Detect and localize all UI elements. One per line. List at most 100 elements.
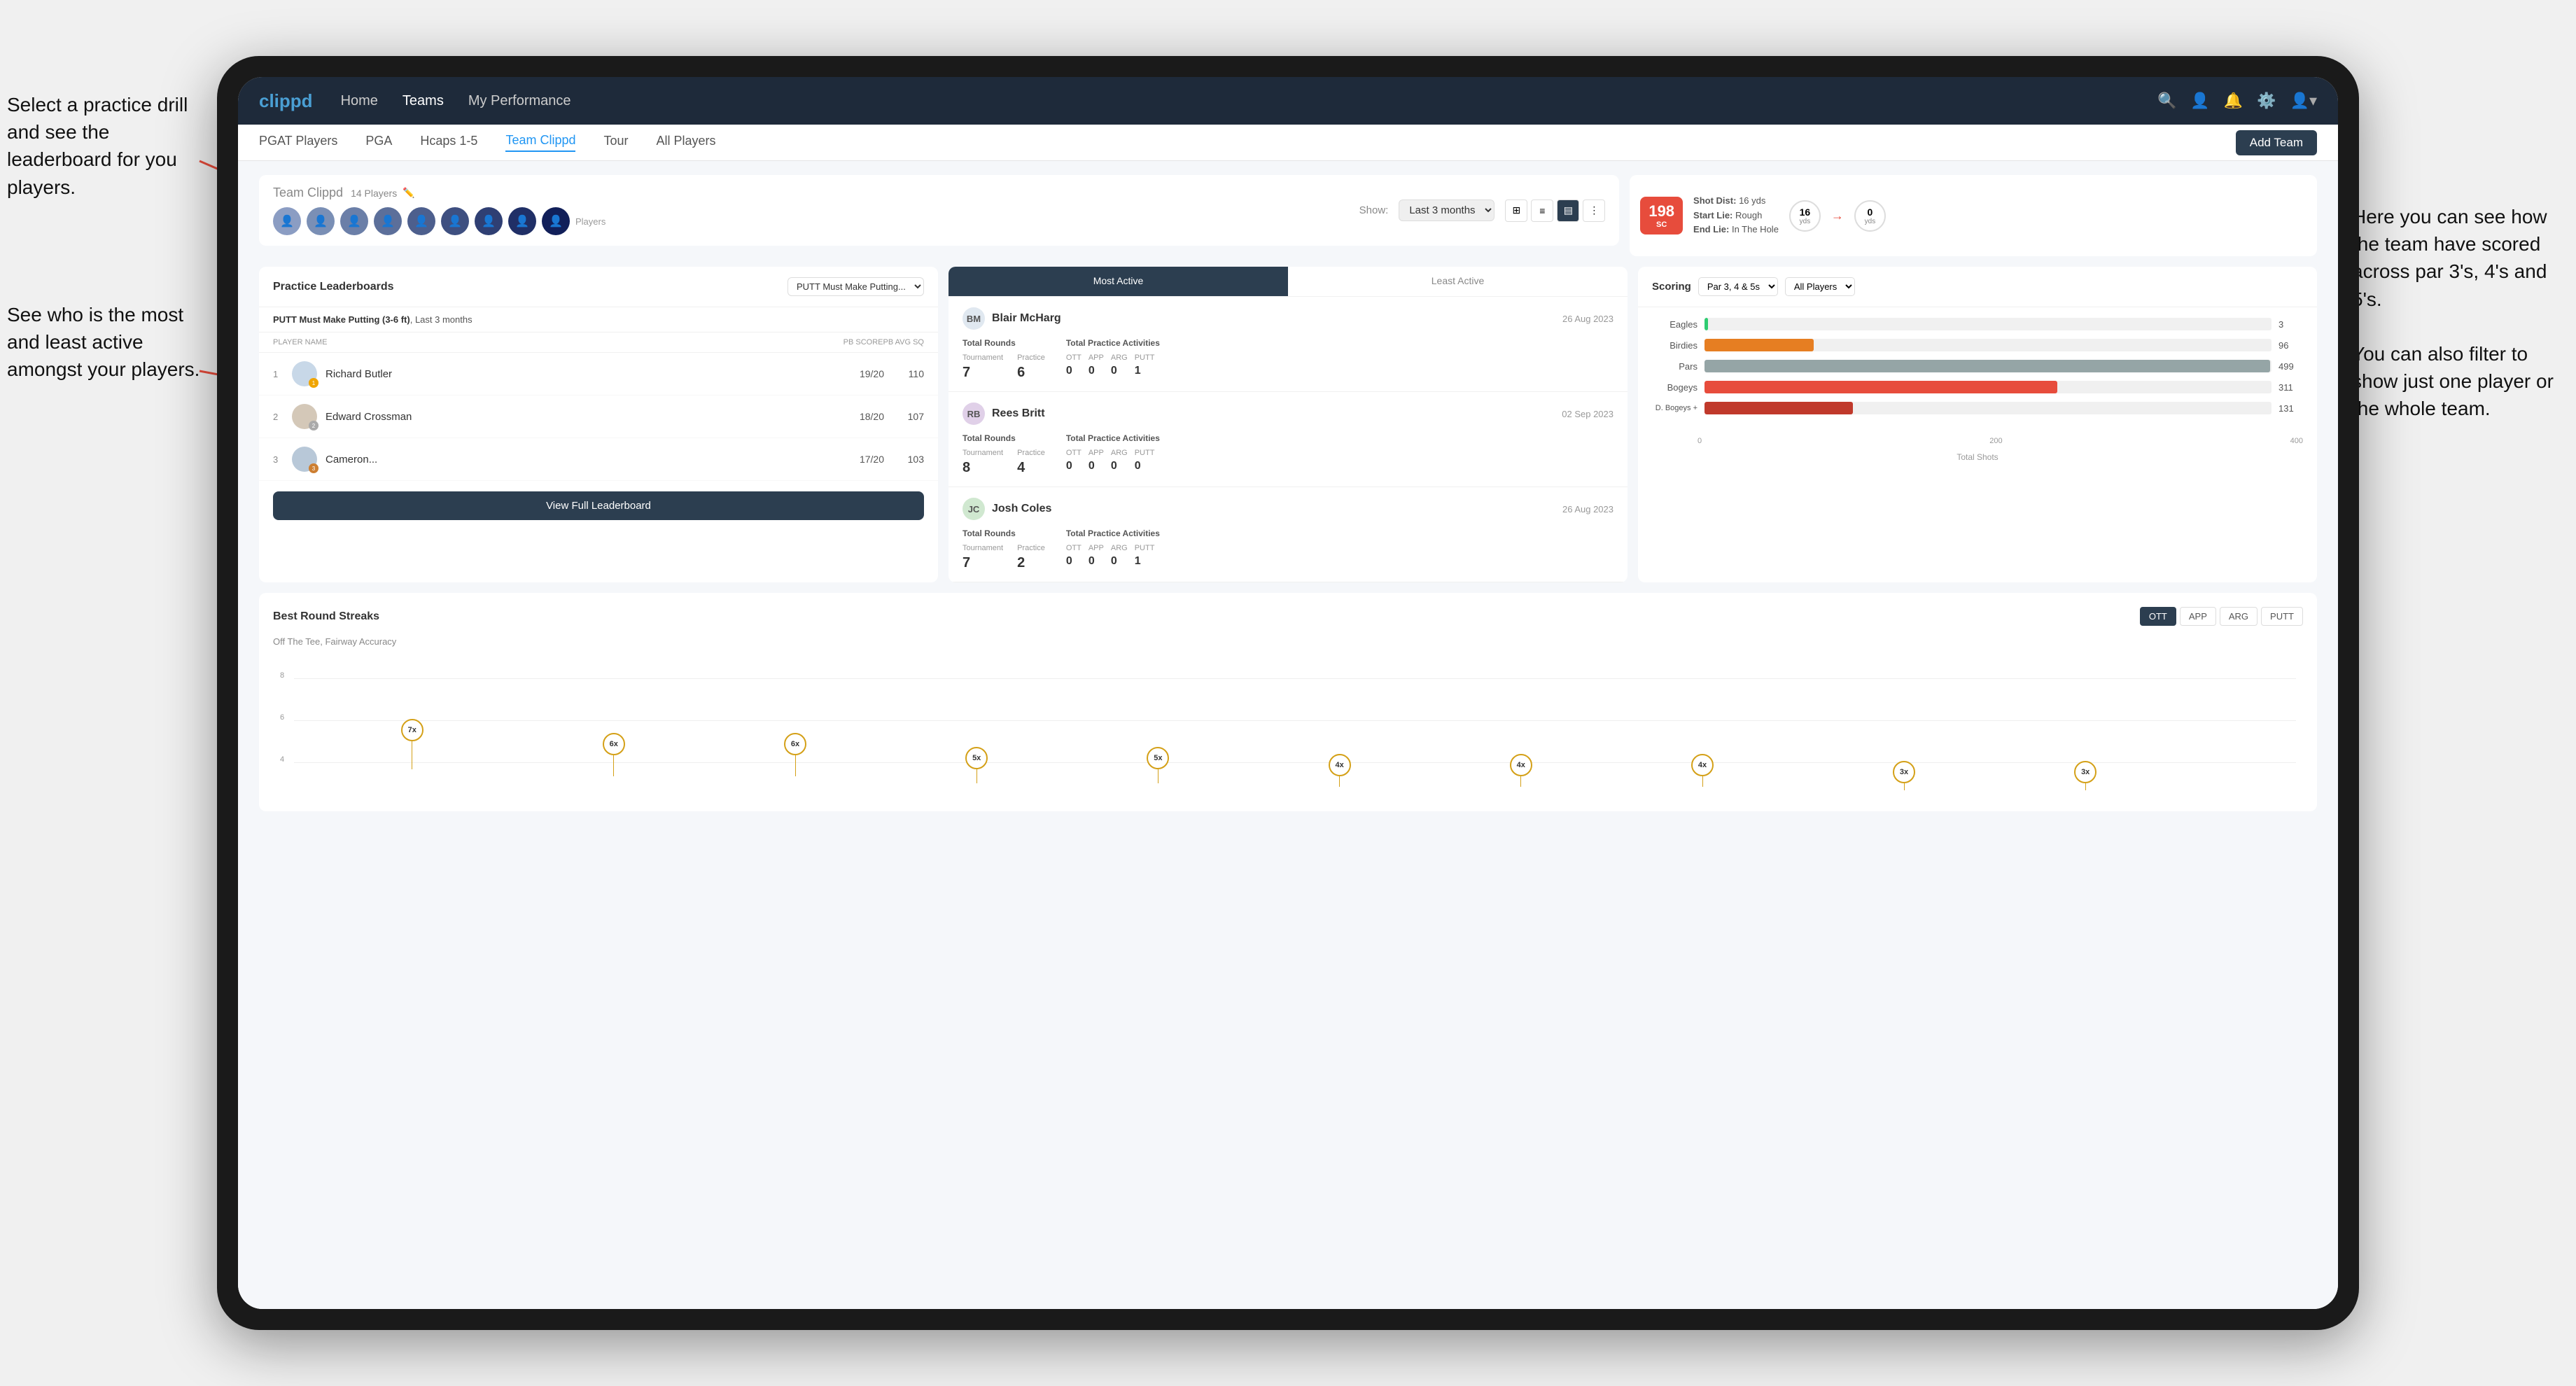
avatar: 👤 [407,207,435,235]
y-axis-label: 8 [280,671,284,680]
subnav-team-clippd[interactable]: Team Clippd [505,133,575,152]
dbogeys-bar-row: D. Bogeys + 131 [1652,402,2303,414]
streak-pin: 6x [784,733,806,776]
subnav-pga[interactable]: PGA [365,134,392,151]
gold-badge: 1 [309,378,318,388]
par-filter-select[interactable]: Par 3, 4 & 5s [1698,277,1778,296]
show-period-select[interactable]: Last 3 months [1399,200,1494,221]
edit-icon[interactable]: ✏️ [402,187,414,199]
practice-rounds: Practice 6 [1017,354,1045,381]
streak-pin: 3x [2074,761,2096,790]
rank-number: 3 [273,454,284,465]
streaks-subtitle: Off The Tee, Fairway Accuracy [273,636,2303,647]
rank-number: 2 [273,412,284,422]
grid-line [294,762,2296,763]
sub-nav: PGAT Players PGA Hcaps 1-5 Team Clippd T… [238,125,2338,161]
show-label: Show: [1359,204,1389,216]
add-team-button[interactable]: Add Team [2236,130,2317,155]
activity-stats: Total Rounds Tournament 7 Practice 2 [962,528,1614,571]
players-filter-select[interactable]: All Players [1785,277,1855,296]
streak-pin-count: 7x [401,719,424,741]
dbogeys-bar-track [1704,402,2272,414]
pars-bar-row: Pars 499 [1652,360,2303,372]
app-filter-button[interactable]: APP [2180,607,2216,626]
birdies-bar-row: Birdies 96 [1652,339,2303,351]
streak-pin-line [1520,776,1521,787]
avatar: 👤 [340,207,368,235]
view-full-leaderboard-button[interactable]: View Full Leaderboard [273,491,924,520]
leaderboard-subtitle: PUTT Must Make Putting (3-6 ft), Last 3 … [259,307,938,332]
streak-pin-line [613,755,614,776]
annotation-right-text: Here you can see how the team have score… [2352,203,2569,423]
subnav-all-players[interactable]: All Players [657,134,716,151]
person-icon[interactable]: 👤 [2190,92,2209,110]
arg-filter-button[interactable]: ARG [2220,607,2258,626]
bogeys-bar-track [1704,381,2272,393]
streak-pin: 6x [603,733,625,776]
detail-view-button[interactable]: ⋮ [1583,200,1605,222]
main-content: Team Clippd 14 Players ✏️ 👤 👤 👤 👤 👤 👤 [238,161,2338,1309]
most-active-tab[interactable]: Most Active [948,267,1288,296]
streak-pin-line [1339,776,1340,787]
activity-date: 02 Sep 2023 [1562,409,1614,419]
nav-my-performance[interactable]: My Performance [468,93,571,109]
list-view-button[interactable]: ≡ [1531,200,1553,222]
streak-pin-count: 4x [1691,754,1714,776]
arg-activity: ARG 0 [1111,354,1128,377]
activity-tabs: Most Active Least Active [948,267,1628,297]
nav-home[interactable]: Home [341,93,378,109]
avatar: 👤 [542,207,570,235]
yard-start: 16 yds [1789,200,1821,232]
leaderboard-drill-select[interactable]: PUTT Must Make Putting... [788,277,924,296]
player-score: 19/20 [846,368,884,379]
player-avatar: 1 [292,361,317,386]
avatar: 👤 [374,207,402,235]
user-avatar-icon[interactable]: 👤▾ [2290,92,2317,110]
search-icon[interactable]: 🔍 [2157,92,2176,110]
subnav-pgat[interactable]: PGAT Players [259,134,337,151]
nav-items: Home Teams My Performance [341,93,2157,109]
card-view-button[interactable]: ▤ [1557,200,1579,222]
eagles-bar-fill [1704,318,1708,330]
nav-teams[interactable]: Teams [402,93,444,109]
streak-pin: 4x [1691,754,1714,787]
avatar: 👤 [508,207,536,235]
player-avg: 110 [892,368,924,379]
grid-view-button[interactable]: ⊞ [1505,200,1527,222]
app-activity: APP 0 [1088,449,1104,472]
streak-pin: 7x [401,719,424,769]
birdies-bar-fill [1704,339,1814,351]
putt-filter-button[interactable]: PUTT [2261,607,2303,626]
least-active-tab[interactable]: Least Active [1288,267,1628,296]
streak-pin-count: 3x [2074,761,2096,783]
streak-pin: 5x [965,747,988,783]
shot-yards: 16 yds → 0 yds [1789,200,1886,232]
bar-chart-axis: 0 200 400 [1638,433,2317,452]
settings-icon[interactable]: ⚙️ [2257,92,2276,110]
avatar: 👤 [273,207,301,235]
streak-pin: 4x [1329,754,1351,787]
practice-activities-section: Total Practice Activities OTT 0 APP 0 [1066,433,1160,476]
activity-date: 26 Aug 2023 [1562,314,1614,324]
tournament-rounds: Tournament 7 [962,354,1003,381]
tournament-rounds: Tournament 8 [962,449,1003,476]
subnav-hcaps[interactable]: Hcaps 1-5 [420,134,477,151]
practice-activities-section: Total Practice Activities OTT 0 APP 0 [1066,338,1160,381]
player-avg: 107 [892,411,924,422]
annotation-top-left: Select a practice drill and see the lead… [7,91,210,201]
dbogeys-label: D. Bogeys + [1652,404,1698,412]
leaderboard-row: 2 2 Edward Crossman 18/20 107 [259,396,938,438]
ott-filter-button[interactable]: OTT [2140,607,2176,626]
practice-rounds: Practice 4 [1017,449,1045,476]
best-round-streaks-section: Best Round Streaks OTT APP ARG PUTT Off … [259,593,2317,811]
subnav-tour[interactable]: Tour [603,134,628,151]
activity-stats: Total Rounds Tournament 8 Practice 4 [962,433,1614,476]
three-col-section: Practice Leaderboards PUTT Must Make Put… [259,267,2317,582]
player-activity-header: RB Rees Britt 02 Sep 2023 [962,402,1614,425]
bell-icon[interactable]: 🔔 [2224,92,2243,110]
streak-pin-count: 5x [965,747,988,769]
player-activity-name: BM Blair McHarg [962,307,1061,330]
rank-number: 1 [273,369,284,379]
streak-pin-line [976,769,977,783]
streak-pin-line [2085,783,2086,790]
